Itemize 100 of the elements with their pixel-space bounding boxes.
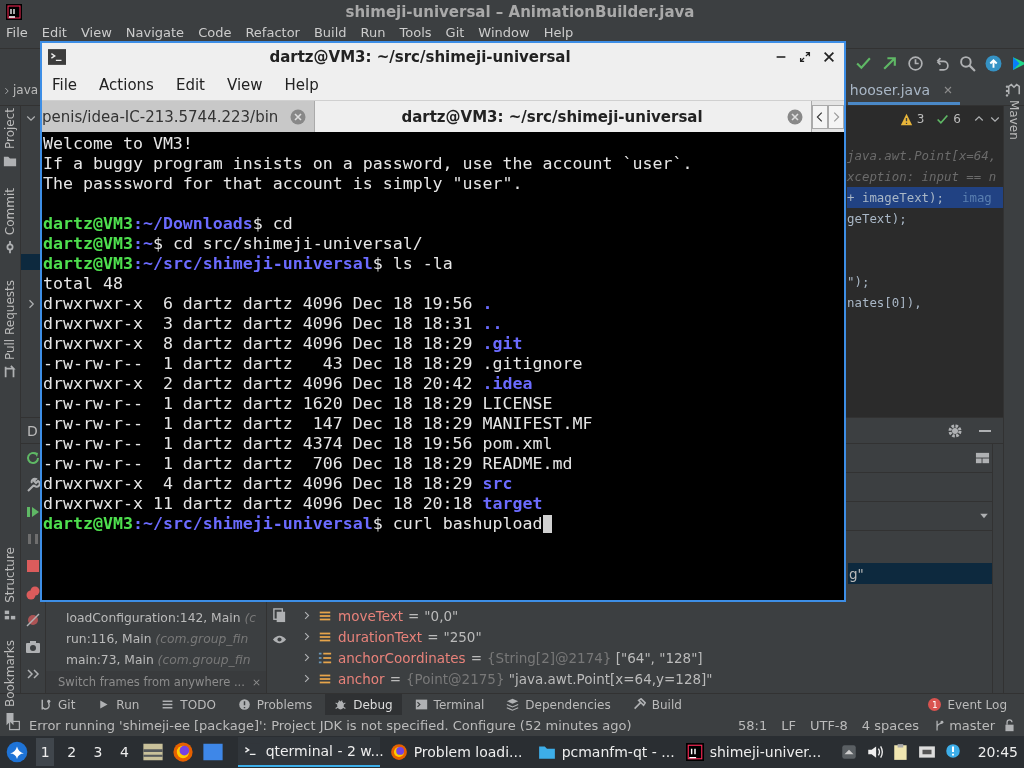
- taskbar-task[interactable]: shimeji-univer...: [681, 737, 824, 767]
- status-item[interactable]: 58:1: [738, 718, 768, 733]
- variable-row[interactable]: g": [848, 563, 992, 584]
- tray-expand-icon[interactable]: [839, 743, 858, 761]
- tool-window-tab[interactable]: Maven: [1007, 100, 1021, 140]
- tool-tab[interactable]: TODO: [152, 694, 225, 715]
- tool-window-tab[interactable]: Pull Requests: [3, 280, 17, 361]
- variable-text[interactable]: moveText = "0,0": [338, 607, 459, 624]
- listing-line: -rw-rw-r-- 1 dartz dartz 706 Dec 18 18:29 README.md: [43, 454, 573, 474]
- event-log-tab[interactable]: 1 Event Log: [919, 694, 1016, 715]
- listing-line: -rw-rw-r-- 1 dartz dartz 147 Dec 18 18:29 MANIFEST.MF: [43, 414, 593, 434]
- menu-item[interactable]: Window: [478, 25, 530, 40]
- breakpoints-icon[interactable]: [25, 585, 41, 601]
- tool-tab[interactable]: Terminal: [405, 694, 494, 715]
- hint-text: Switch frames from anywhere ...: [58, 675, 245, 689]
- clock[interactable]: 20:45: [977, 744, 1018, 760]
- scroll-left-icon[interactable]: [812, 104, 828, 129]
- menu-item[interactable]: Code: [198, 25, 232, 40]
- workspace-button[interactable]: 3: [88, 738, 108, 766]
- debug-icon: [334, 698, 348, 711]
- maximize-icon[interactable]: [798, 49, 812, 64]
- tool-tab[interactable]: Git: [30, 694, 85, 715]
- tool-window-tab[interactable]: Project: [3, 108, 17, 150]
- stack-frame[interactable]: main:73, Main (com.group_fin: [46, 650, 266, 671]
- breadcrumb[interactable]: java: [13, 83, 39, 97]
- menu-item[interactable]: File: [6, 25, 28, 40]
- close-icon[interactable]: [822, 49, 836, 64]
- taskbar-task[interactable]: Problem loadi...: [385, 737, 528, 767]
- tool-tab[interactable]: Dependencies: [497, 694, 620, 715]
- menu-item[interactable]: Help: [543, 25, 574, 40]
- variable-text[interactable]: anchor = {Point@2175} "java.awt.Point[x=64,y=128]": [338, 670, 713, 687]
- network-icon[interactable]: [917, 743, 936, 761]
- panel-title[interactable]: D: [27, 422, 38, 439]
- shell-tab[interactable]: dartz@VM3: ~/src/shimeji-universal: [315, 101, 812, 132]
- variable-text[interactable]: durationText = "250": [338, 628, 482, 645]
- workspace-button[interactable]: 2: [62, 738, 81, 766]
- code-text: + imageText);: [847, 190, 944, 205]
- menu-item[interactable]: Tools: [399, 25, 432, 40]
- volume-icon[interactable]: [865, 743, 884, 761]
- pause-icon[interactable]: [25, 531, 41, 547]
- menu-item[interactable]: View: [226, 76, 263, 94]
- warning-count: 3: [916, 112, 925, 126]
- menu-item[interactable]: Run: [360, 25, 386, 40]
- tool-window-tab[interactable]: Bookmarks: [3, 640, 17, 708]
- check-icon[interactable]: [936, 112, 950, 126]
- logo-icon[interactable]: [1011, 55, 1024, 72]
- wrench-icon[interactable]: [25, 477, 41, 493]
- tool-tab[interactable]: Build: [623, 694, 691, 715]
- tool-window-tab[interactable]: Commit: [3, 188, 17, 236]
- tool-tab[interactable]: Debug: [325, 694, 402, 715]
- rerun-icon[interactable]: [25, 450, 41, 466]
- notification-icon[interactable]: [943, 743, 962, 761]
- clock-icon[interactable]: [907, 55, 924, 72]
- camera-icon[interactable]: [25, 639, 41, 655]
- file-manager-icon[interactable]: [141, 741, 164, 763]
- menu-item[interactable]: Edit: [175, 76, 205, 94]
- shell-tab[interactable]: penis/idea-IC-213.5744.223/bin: [42, 101, 315, 132]
- settings-icon[interactable]: [947, 422, 963, 439]
- browser-icon[interactable]: [171, 741, 194, 763]
- menu-item[interactable]: Git: [445, 25, 465, 40]
- variable-text[interactable]: anchorCoordinates = {String[2]@2174} ["64", "128"]: [338, 649, 703, 666]
- passed-count: 6: [953, 112, 961, 126]
- status-item[interactable]: LF: [781, 718, 796, 733]
- start-menu-icon[interactable]: [6, 741, 28, 763]
- upload-icon[interactable]: [985, 55, 1002, 72]
- menu-item[interactable]: Build: [313, 25, 347, 40]
- status-item[interactable]: 4 spaces: [861, 718, 920, 733]
- stop-icon[interactable]: [25, 558, 41, 574]
- status-item[interactable]: UTF-8: [809, 718, 848, 733]
- check-icon[interactable]: [855, 55, 872, 72]
- project-icon[interactable]: [3, 154, 17, 169]
- stack-frame[interactable]: run:116, Main (com.group_fin: [46, 629, 266, 650]
- resume-icon[interactable]: [25, 504, 41, 520]
- stack-frame[interactable]: loadConfiguration:142, Main (c: [46, 608, 266, 629]
- menu-item[interactable]: File: [52, 76, 78, 94]
- lock-icon[interactable]: [1003, 719, 1016, 732]
- search-icon[interactable]: [959, 55, 976, 72]
- branch-widget[interactable]: master: [933, 718, 995, 733]
- menu-item[interactable]: Refactor: [245, 25, 300, 40]
- panel-icon[interactable]: [8, 719, 21, 732]
- menu-item[interactable]: Navigate: [125, 25, 185, 40]
- desktop-icon[interactable]: [201, 741, 224, 763]
- mute-icon[interactable]: [25, 612, 41, 628]
- pull-icon[interactable]: [3, 365, 17, 380]
- tool-window-tab[interactable]: Structure: [3, 547, 17, 604]
- clipboard-icon[interactable]: [891, 743, 910, 761]
- arrow-icon[interactable]: [881, 55, 898, 72]
- workspace-button[interactable]: 4: [115, 738, 134, 766]
- tool-tab[interactable]: Problems: [228, 694, 322, 715]
- menu-item[interactable]: Help: [284, 76, 319, 94]
- maven-icon[interactable]: [1007, 82, 1021, 96]
- tool-tab[interactable]: Run: [88, 694, 149, 715]
- taskbar-task[interactable]: pcmanfm-qt - ...: [533, 737, 676, 767]
- workspace-button[interactable]: 1: [36, 738, 55, 766]
- menu-item[interactable]: Actions: [99, 76, 154, 94]
- layout-icon[interactable]: [975, 450, 990, 466]
- warning-icon[interactable]: [899, 112, 913, 126]
- copy-icon[interactable]: [271, 608, 287, 623]
- menu-item[interactable]: Edit: [41, 25, 67, 40]
- menu-item[interactable]: View: [80, 25, 112, 40]
